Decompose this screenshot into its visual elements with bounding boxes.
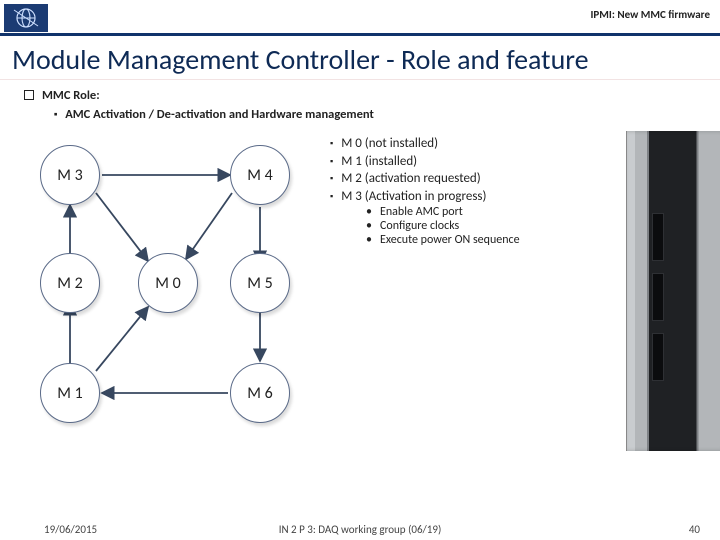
state-list: M 0 (not installed) M 1 (installed) M 2 … [330, 135, 520, 247]
card-slot [652, 333, 664, 381]
subrole-label: AMC Activation / De-activation and Hardw… [65, 107, 374, 123]
breadcrumb: IPMI: New MMC firmware [590, 8, 710, 21]
state-item: M 0 (not installed) [330, 135, 520, 153]
slide: IPMI: New MMC firmware Module Management… [0, 0, 720, 540]
globe-icon [13, 7, 39, 29]
footer: 19/06/2015 IN 2 P 3: DAQ working group (… [0, 523, 720, 536]
node-m0: M 0 [138, 253, 198, 313]
substate-item: Enable AMC port [366, 205, 520, 219]
page-title: Module Management Controller - Role and … [0, 36, 720, 80]
hardware-image [622, 123, 720, 459]
node-m6: M 6 [230, 363, 290, 423]
checkbox-empty-icon [24, 90, 34, 100]
node-m4: M 4 [230, 145, 290, 205]
subrole-bullet: AMC Activation / De-activation and Hardw… [54, 107, 696, 123]
card-slot [652, 273, 664, 321]
org-logo [4, 4, 48, 32]
node-m3: M 3 [40, 145, 100, 205]
substate-item: Configure clocks [366, 219, 520, 233]
role-section: MMC Role: AMC Activation / De-activation… [0, 80, 720, 123]
node-m1: M 1 [40, 363, 100, 423]
diagram-area: M 3 M 4 M 2 M 0 M 5 M 1 M 6 M 0 (not ins… [0, 123, 720, 463]
state-item: M 2 (activation requested) [330, 170, 520, 188]
state-item: M 3 (Activation in progress) [330, 188, 520, 206]
role-label: MMC Role: [42, 88, 100, 103]
node-m5: M 5 [230, 253, 290, 313]
footer-center: IN 2 P 3: DAQ working group (06/19) [0, 523, 720, 536]
state-item: M 1 (installed) [330, 153, 520, 171]
substate-list: Enable AMC port Configure clocks Execute… [366, 205, 520, 247]
header-bar: IPMI: New MMC firmware [0, 0, 720, 36]
chassis-illustration [626, 131, 720, 451]
role-bullet: MMC Role: [24, 88, 696, 103]
substate-item: Execute power ON sequence [366, 233, 520, 247]
card-slot [652, 213, 664, 261]
node-m2: M 2 [40, 253, 100, 313]
